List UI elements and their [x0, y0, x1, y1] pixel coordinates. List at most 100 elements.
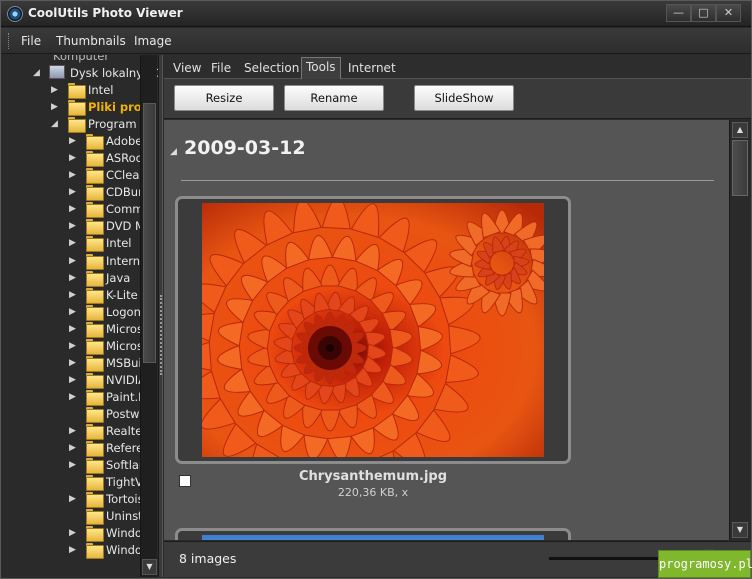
tree-scrollbar[interactable]: ▼ — [140, 55, 157, 577]
tree-row[interactable]: ▶ NVIDIA — [1, 372, 146, 389]
expand-arrow-icon[interactable]: ▶ — [69, 203, 79, 215]
group-collapse-icon[interactable]: ◢ — [170, 147, 177, 157]
thumbnail-card[interactable] — [175, 196, 571, 464]
folder-icon — [86, 338, 104, 355]
scroll-up-arrow-icon[interactable]: ▲ — [732, 122, 748, 138]
panel-splitter[interactable] — [158, 55, 163, 577]
thumbnail-card[interactable] — [175, 528, 571, 540]
rename-button[interactable]: Rename — [284, 85, 384, 111]
tab-view[interactable]: View — [169, 59, 205, 79]
tree-row[interactable]: ▶ Logon — [1, 304, 141, 321]
expand-arrow-icon[interactable]: ▶ — [69, 289, 79, 301]
expand-arrow-icon[interactable]: ▶ — [69, 306, 79, 318]
tree-row[interactable]: ▶ Intel — [1, 235, 141, 253]
thumbnail-area[interactable]: ◢ 2009-03-12 Chrysanthemum.jpg 220,36 KB… — [164, 120, 729, 540]
tree-row[interactable]: ▶ Softlan — [1, 457, 146, 475]
tree-label: Tortois — [106, 492, 144, 507]
tab-tools[interactable]: Tools — [301, 57, 341, 79]
menu-image[interactable]: Image — [134, 34, 172, 48]
tree-row[interactable]: TightVI — [1, 474, 146, 492]
tab-internet[interactable]: Internet — [344, 59, 400, 79]
close-button[interactable]: ✕ — [716, 4, 741, 22]
thumbnail-scrollbar[interactable]: ▲ ▼ — [729, 120, 749, 540]
expand-arrow-icon[interactable]: ▶ — [51, 101, 61, 113]
tree-row-drive[interactable]: ◢ Dysk lokalny (C — [1, 65, 158, 82]
expand-arrow-icon[interactable]: ▶ — [69, 237, 79, 249]
tree-row[interactable]: ▶ ASRock — [1, 150, 149, 168]
expand-arrow-icon[interactable]: ▶ — [69, 135, 79, 147]
expand-arrow-icon[interactable]: ▶ — [69, 357, 79, 369]
tree-row[interactable]: ▶ DVD Ma — [1, 218, 152, 236]
folder-icon — [86, 185, 104, 202]
expand-arrow-icon[interactable]: ▶ — [69, 442, 79, 454]
expand-arrow-icon[interactable]: ▶ — [69, 459, 79, 471]
app-logo-icon[interactable] — [7, 6, 23, 22]
expand-arrow-icon[interactable]: ▶ — [69, 374, 79, 386]
folder-icon — [68, 83, 86, 99]
expand-arrow-icon[interactable]: ▶ — [51, 84, 61, 96]
tab-selection[interactable]: Selection — [240, 59, 303, 79]
drive-icon — [49, 65, 65, 79]
tree-scroll-thumb[interactable] — [143, 103, 156, 363]
tree-row[interactable]: ▶ Tortois — [1, 491, 144, 509]
collapse-arrow-icon[interactable]: ◢ — [51, 118, 61, 130]
folder-icon — [86, 304, 104, 321]
tree-row[interactable]: ▶ Microsc — [1, 338, 149, 355]
tree-row[interactable]: ▶ Paint.N — [1, 389, 147, 406]
tree-row[interactable]: ▶ Windoŵ — [1, 525, 151, 543]
slideshow-button[interactable]: SlideShow — [414, 85, 514, 111]
folder-icon — [86, 287, 104, 304]
expand-arrow-icon[interactable]: ▶ — [69, 186, 79, 198]
tree-row[interactable]: ◢ Program Fi — [1, 116, 149, 134]
tree-row[interactable]: ▶ K-Lite C — [1, 287, 149, 304]
expand-arrow-icon[interactable]: ▶ — [69, 527, 79, 539]
expand-arrow-icon[interactable]: ▶ — [69, 323, 79, 335]
menu-file[interactable]: File — [21, 34, 41, 48]
tree-row[interactable]: ▶ Microsc — [1, 321, 149, 338]
resize-button[interactable]: Resize — [174, 85, 274, 111]
tree-row[interactable]: ▶ Refere — [1, 440, 143, 458]
tree-row[interactable]: ▶ Commo — [1, 201, 151, 219]
folder-icon — [68, 100, 86, 117]
expand-arrow-icon[interactable]: ▶ — [69, 272, 79, 284]
tree-row[interactable]: ▶ Interne — [1, 253, 147, 270]
collapse-arrow-icon[interactable]: ◢ — [33, 67, 43, 79]
folder-icon — [86, 424, 104, 440]
expand-arrow-icon[interactable]: ▶ — [69, 391, 79, 403]
tree-row[interactable]: ▶ Java — [1, 270, 141, 287]
maximize-button[interactable]: □ — [691, 4, 716, 22]
expand-arrow-icon[interactable]: ▶ — [69, 425, 79, 437]
scroll-down-arrow-icon[interactable]: ▼ — [732, 522, 748, 538]
tree-row[interactable]: ▶ Adobe — [1, 133, 142, 151]
folder-icon — [86, 543, 104, 560]
minimize-button[interactable]: — — [666, 4, 691, 22]
tree-row[interactable]: ▶ Pliki prog — [1, 99, 150, 117]
folder-tree[interactable]: Komputer ◢ Dysk lokalny (C ▶ Intel ▶ Pliki … — [1, 55, 158, 577]
expand-arrow-icon[interactable]: ▶ — [69, 152, 79, 164]
menu-thumbnails[interactable]: Thumbnails — [56, 34, 126, 48]
expand-arrow-icon[interactable]: ▶ — [69, 220, 79, 232]
group-title: 2009-03-12 — [184, 137, 306, 159]
expand-arrow-icon[interactable]: ▶ — [69, 493, 79, 505]
folder-icon — [86, 236, 104, 253]
tree-label: Intel — [106, 236, 132, 251]
thumbnail-info: 220,36 KB, x — [337, 486, 409, 499]
chrysanthemum-thumbnail[interactable] — [202, 203, 544, 457]
expand-arrow-icon[interactable]: ▶ — [69, 169, 79, 181]
tree-row[interactable]: Uninsta — [1, 508, 150, 526]
expand-arrow-icon[interactable]: ▶ — [69, 255, 79, 267]
thumbnail-scroll-thumb[interactable] — [732, 140, 748, 196]
tree-row[interactable]: ▶ Realtel — [1, 423, 146, 440]
scroll-down-arrow-icon[interactable]: ▼ — [142, 559, 157, 575]
ribbon-tabs: View File Selection Tools Internet — [164, 55, 751, 79]
expand-arrow-icon[interactable]: ▶ — [69, 544, 79, 556]
tree-row-computer[interactable]: Komputer — [1, 55, 141, 65]
tree-row[interactable]: ▶ Windoŵ — [1, 542, 151, 560]
tree-row[interactable]: Postwc — [1, 406, 146, 423]
tree-row[interactable]: ▶ CDBurn — [1, 184, 150, 202]
tree-row[interactable]: ▶ CClean — [1, 167, 147, 185]
expand-arrow-icon[interactable]: ▶ — [69, 340, 79, 352]
tab-file[interactable]: File — [207, 59, 235, 79]
tree-row[interactable]: ▶ Intel — [1, 82, 141, 99]
tree-row[interactable]: ▶ MSBuild — [1, 355, 152, 372]
